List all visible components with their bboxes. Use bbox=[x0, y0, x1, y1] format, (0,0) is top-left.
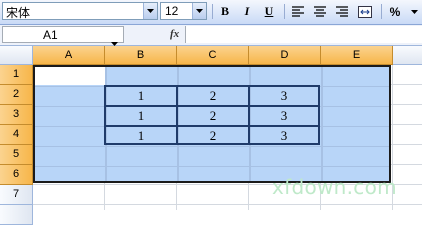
underline-button[interactable]: U bbox=[260, 3, 278, 20]
chevron-down-icon[interactable] bbox=[192, 3, 206, 19]
row-header-2[interactable]: 2 bbox=[0, 85, 33, 105]
formula-bar: A1 fx bbox=[0, 25, 422, 46]
active-cell-a1[interactable] bbox=[35, 67, 105, 85]
name-box-value: A1 bbox=[43, 28, 58, 42]
column-header-a[interactable]: A bbox=[33, 46, 105, 65]
cell-d3[interactable]: 3 bbox=[250, 107, 318, 127]
align-right-button[interactable] bbox=[333, 3, 351, 20]
align-left-button[interactable] bbox=[289, 3, 307, 20]
align-left-icon bbox=[292, 6, 304, 17]
formatting-toolbar: 宋体 12 B I U % bbox=[0, 0, 422, 25]
italic-button[interactable]: I bbox=[238, 3, 256, 20]
font-size-combo[interactable]: 12 bbox=[160, 2, 207, 20]
cell-b2[interactable]: 1 bbox=[106, 87, 178, 107]
row-header-5[interactable]: 5 bbox=[0, 145, 33, 165]
font-size-value: 12 bbox=[165, 4, 179, 18]
bold-button[interactable]: B bbox=[216, 3, 234, 20]
cell-c3[interactable]: 2 bbox=[178, 107, 250, 127]
cell-d2[interactable]: 3 bbox=[250, 87, 318, 107]
cell-c4[interactable]: 2 bbox=[178, 127, 250, 143]
align-center-icon bbox=[314, 6, 326, 17]
chevron-down-icon[interactable] bbox=[143, 3, 157, 19]
cell-b3[interactable]: 1 bbox=[106, 107, 178, 127]
row-header-3[interactable]: 3 bbox=[0, 105, 33, 125]
name-box[interactable]: A1 bbox=[2, 26, 124, 46]
toolbar-separator bbox=[212, 4, 213, 19]
column-header-c[interactable]: C bbox=[177, 46, 249, 65]
row-header-1[interactable]: 1 bbox=[0, 65, 33, 85]
row-header-6[interactable]: 6 bbox=[0, 165, 33, 185]
row-header-8[interactable] bbox=[0, 205, 33, 225]
toolbar-overflow-chevron-icon[interactable] bbox=[408, 3, 420, 20]
toolbar-separator bbox=[381, 4, 382, 19]
cell-d4[interactable]: 3 bbox=[250, 127, 318, 143]
font-name-value: 宋体 bbox=[6, 6, 31, 20]
merge-center-icon bbox=[358, 5, 372, 18]
align-center-button[interactable] bbox=[311, 3, 329, 20]
row-header-4[interactable]: 4 bbox=[0, 125, 33, 145]
column-header-e[interactable]: E bbox=[321, 46, 393, 65]
select-all-corner[interactable] bbox=[0, 46, 33, 65]
align-right-icon bbox=[336, 6, 348, 17]
column-header-f[interactable] bbox=[393, 46, 422, 65]
percent-style-button[interactable]: % bbox=[386, 3, 404, 20]
column-header-b[interactable]: B bbox=[105, 46, 177, 65]
font-name-combo[interactable]: 宋体 bbox=[2, 2, 158, 20]
cell-c2[interactable]: 2 bbox=[178, 87, 250, 107]
formula-input[interactable] bbox=[185, 26, 422, 43]
cell-b4[interactable]: 1 bbox=[106, 127, 178, 143]
row-header-7[interactable]: 7 bbox=[0, 185, 33, 205]
insert-function-icon[interactable]: fx bbox=[170, 28, 179, 40]
column-header-d[interactable]: D bbox=[249, 46, 321, 65]
watermark-text: xfdown.com bbox=[272, 175, 397, 199]
data-table: 1 2 3 1 2 3 1 2 3 bbox=[104, 85, 320, 145]
toolbar-separator bbox=[284, 4, 285, 19]
merge-center-button[interactable] bbox=[356, 3, 374, 20]
